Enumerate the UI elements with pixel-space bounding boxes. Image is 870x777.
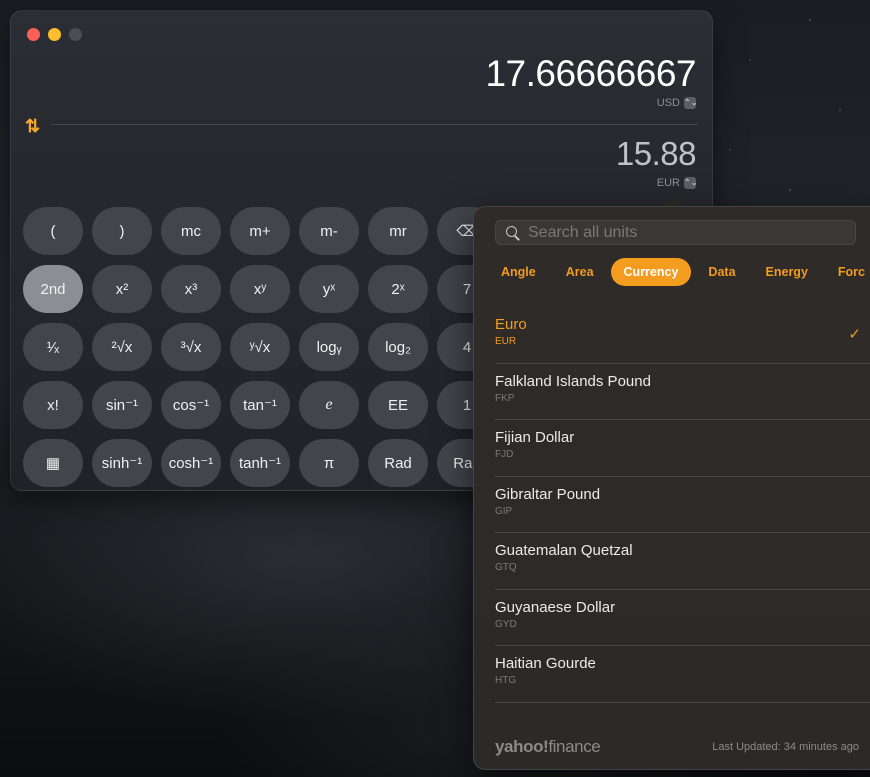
y-root-button[interactable]: ʸ√x <box>230 323 290 371</box>
unit-code: EUR <box>495 336 517 347</box>
memory-clear-button[interactable]: mc <box>161 207 221 255</box>
list-item[interactable]: Guyanaese Dollar GYD <box>495 590 870 646</box>
reciprocal-button[interactable]: ¹⁄ₓ <box>23 323 83 371</box>
cube-root-button[interactable]: ³√x <box>161 323 221 371</box>
swap-arrows-icon[interactable]: ⇅ <box>25 116 40 137</box>
list-item[interactable]: Haitian Gourde HTG <box>495 646 870 703</box>
unit-name: Guyanaese Dollar <box>495 598 616 616</box>
unit-name: Haitian Gourde <box>495 655 596 672</box>
search-icon <box>506 225 520 240</box>
checkmark-icon: ✓ <box>848 326 861 343</box>
category-tabs: Angle Area Currency Data Energy Forc <box>488 258 870 286</box>
tab-data[interactable]: Data <box>695 258 748 286</box>
unit-name: Euro <box>495 316 527 333</box>
zoom-window-button[interactable] <box>69 28 82 41</box>
unit-name: Guatemalan Quetzal <box>495 542 633 559</box>
search-input[interactable] <box>528 223 828 242</box>
unit-list[interactable]: Euro EUR ✓ Falkland Islands Pound FKP Fijian … <box>474 307 870 712</box>
x-squared-button[interactable]: x² <box>92 265 152 313</box>
conversion-divider <box>51 124 698 125</box>
tab-area[interactable]: Area <box>553 258 607 286</box>
tab-forc[interactable]: Forc <box>825 258 870 286</box>
y-to-x-button[interactable]: yˣ <box>299 265 359 313</box>
close-paren-button[interactable]: ) <box>92 207 152 255</box>
unit-name: Falkland Islands Pound <box>495 372 651 390</box>
unit-stepper-icon: ⌃⌄ <box>684 177 698 189</box>
arctan-button[interactable]: tan⁻¹ <box>230 381 290 429</box>
source-amount: 17.66666667 <box>485 53 696 94</box>
logo-finance-text: finance <box>548 737 601 756</box>
last-updated-label: Last Updated: 34 minutes ago <box>712 741 859 753</box>
yahoo-finance-logo: yahoo!finance <box>495 737 601 757</box>
popover-footer: yahoo!finance Last Updated: 34 minutes a… <box>474 723 870 769</box>
list-item[interactable]: Fijian Dollar FJD <box>495 420 870 477</box>
x-to-y-button[interactable]: xʸ <box>230 265 290 313</box>
exponent-ee-button[interactable]: EE <box>368 381 428 429</box>
arcsinh-button[interactable]: sinh⁻¹ <box>92 439 152 487</box>
pi-button[interactable]: π <box>299 439 359 487</box>
memory-recall-button[interactable]: mr <box>368 207 428 255</box>
second-function-button[interactable]: 2nd <box>23 265 83 313</box>
arctanh-button[interactable]: tanh⁻¹ <box>230 439 290 487</box>
unit-code: FJD <box>495 449 514 460</box>
target-unit-selector[interactable]: EUR ⌃⌄ <box>656 177 698 189</box>
arccos-button[interactable]: cos⁻¹ <box>161 381 221 429</box>
open-paren-button[interactable]: ( <box>23 207 83 255</box>
unit-picker-popover: AngleAreaCurrencyDataEnergyForc Euro EUR ✓… <box>473 206 870 770</box>
unit-code: HTG <box>495 675 517 686</box>
list-item[interactable]: Falkland Islands Pound FKP <box>495 364 870 420</box>
euler-e-button[interactable]: e <box>299 381 359 429</box>
source-unit-selector[interactable]: USD ⌃⌄ <box>656 97 698 109</box>
tab-energy[interactable]: Energy <box>753 258 821 286</box>
list-item[interactable]: Gibraltar Pound GIP <box>495 477 870 533</box>
close-window-button[interactable] <box>27 28 40 41</box>
source-unit-label: USD <box>656 97 680 109</box>
unit-name: Fijian Dollar <box>495 429 575 446</box>
calculator-mode-button[interactable]: ▦ <box>23 439 83 487</box>
list-item[interactable]: Euro EUR ✓ <box>495 307 870 364</box>
list-item[interactable]: Honduran LempiraHNL <box>495 703 870 713</box>
minimize-window-button[interactable] <box>48 28 61 41</box>
window-controls <box>27 28 82 41</box>
logo-yahoo-text: yahoo! <box>495 737 549 756</box>
unit-code: GIP <box>495 505 513 517</box>
memory-add-button[interactable]: m+ <box>230 207 290 255</box>
unit-code: GTQ <box>495 562 517 573</box>
tab-currency[interactable]: Currency <box>610 258 692 286</box>
two-to-x-button[interactable]: 2ˣ <box>368 265 428 313</box>
square-root-button[interactable]: ²√x <box>92 323 152 371</box>
target-unit-label: EUR <box>656 177 680 189</box>
keypad: () mc m+ m-mr ⌫ 2nd x² x³ xʸ yˣ 2ˣ 7 ¹⁄ₓ ²√x ³√x ʸ√x log… <box>23 207 497 487</box>
search-field[interactable] <box>495 220 856 245</box>
unit-name: Honduran Lempira <box>495 712 870 713</box>
unit-code: GYD <box>495 618 517 630</box>
rad-toggle-button[interactable]: Rad <box>368 439 428 487</box>
memory-subtract-button[interactable]: m- <box>299 207 359 255</box>
unit-stepper-icon: ⌃⌄ <box>684 97 698 109</box>
unit-name: Gibraltar Pound <box>495 485 601 503</box>
converted-amount: 15.88 <box>615 135 697 172</box>
log-y-button[interactable]: logᵧ <box>299 323 359 371</box>
log-2-button[interactable]: log₂ <box>368 323 428 371</box>
x-cubed-button[interactable]: x³ <box>161 265 221 313</box>
factorial-button[interactable]: x! <box>23 381 83 429</box>
tab-angle[interactable]: Angle <box>488 258 549 286</box>
arcsin-button[interactable]: sin⁻¹ <box>92 381 152 429</box>
list-item[interactable]: Guatemalan Quetzal GTQ <box>495 533 870 590</box>
arccosh-button[interactable]: cosh⁻¹ <box>161 439 221 487</box>
unit-code: FKP <box>495 392 515 404</box>
